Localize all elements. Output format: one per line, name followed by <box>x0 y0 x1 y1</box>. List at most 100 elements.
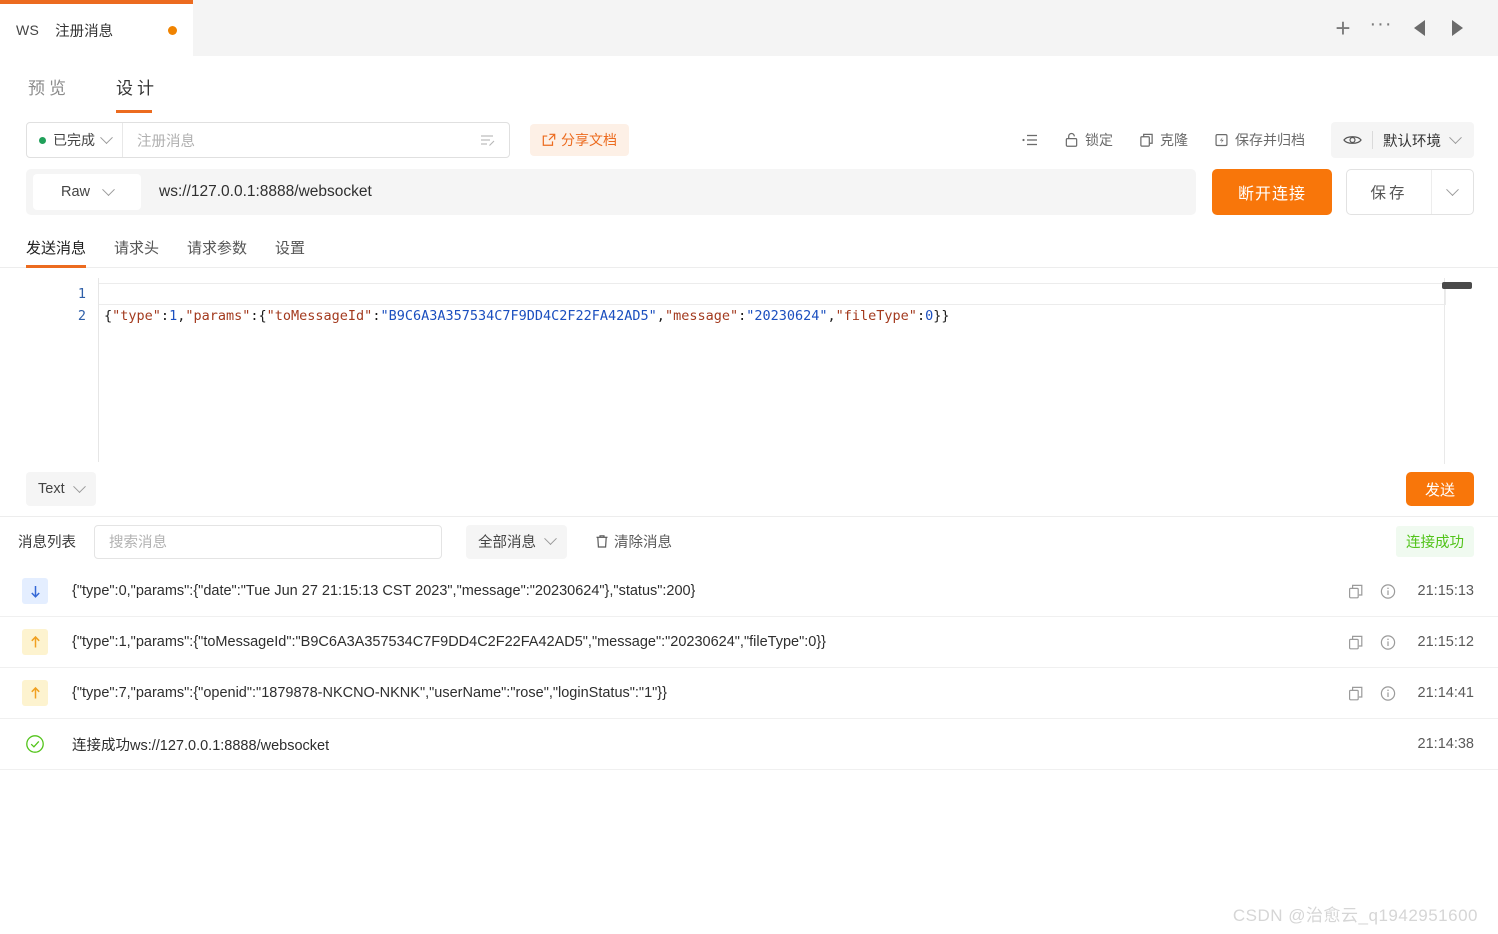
status-label: 已完成 <box>53 132 95 148</box>
editor-horizontal-scrollbar[interactable] <box>1442 282 1472 289</box>
clear-messages-button[interactable]: 清除消息 <box>595 531 672 552</box>
message-content: {"type":1,"params":{"toMessageId":"B9C6A… <box>72 634 826 650</box>
toolbar-clone-button[interactable]: 克隆 <box>1139 130 1188 150</box>
message-content: 连接成功ws://127.0.0.1:8888/websocket <box>72 737 330 754</box>
toolbar-lock-button[interactable]: 锁定 <box>1064 130 1113 150</box>
check-circle-icon <box>22 731 48 757</box>
code-token: "params" <box>185 308 251 324</box>
message-body-editor[interactable]: 1 2 {"type":1,"params":{"toMessageId":"B… <box>26 278 1472 464</box>
arrow-up-icon <box>22 629 48 655</box>
body-mode-dropdown[interactable]: Raw <box>33 174 141 210</box>
new-tab-icon[interactable]: + <box>1326 11 1360 45</box>
tab-bar-actions: + ··· <box>1326 0 1498 56</box>
editor-vertical-rule <box>1444 278 1445 464</box>
unsaved-dot-icon <box>168 25 177 35</box>
code-line-1[interactable] <box>99 283 1446 305</box>
url-input[interactable]: ws://127.0.0.1:8888/websocket <box>141 183 372 201</box>
more-options-icon[interactable]: ··· <box>1364 11 1398 45</box>
code-token: 1 <box>169 308 178 324</box>
lock-icon <box>1064 132 1079 148</box>
save-button[interactable]: 保存 <box>1347 170 1431 214</box>
message-filter-label: 全部消息 <box>478 535 536 551</box>
code-token: : <box>160 308 170 324</box>
code-token: { <box>104 308 113 324</box>
nav-forward-icon[interactable] <box>1440 11 1474 45</box>
code-token: , <box>827 308 836 324</box>
toolbar-indent-button[interactable] <box>1022 133 1038 147</box>
environment-selector[interactable]: 默认环境 <box>1331 122 1474 158</box>
toolbar-archive-button[interactable]: 保存并归档 <box>1214 130 1305 150</box>
message-row[interactable]: {"type":1,"params":{"toMessageId":"B9C6A… <box>0 617 1498 668</box>
code-token: "B9C6A3A357534C7F9DD4C2F22FA42AD5" <box>380 308 657 324</box>
document-name-placeholder: 注册消息 <box>137 133 195 150</box>
code-token: , <box>656 308 665 324</box>
clear-messages-label: 清除消息 <box>614 535 672 551</box>
code-token: :{ <box>250 308 267 324</box>
status-dot-icon <box>39 136 46 144</box>
document-tab[interactable]: WS 注册消息 <box>0 0 193 56</box>
tab-bar-spacer <box>193 0 1326 56</box>
url-bar-row: Raw ws://127.0.0.1:8888/websocket 断开连接 保… <box>0 164 1498 220</box>
message-row-actions <box>1348 685 1396 702</box>
disconnect-button[interactable]: 断开连接 <box>1212 169 1332 215</box>
connection-status-badge: 连接成功 <box>1396 526 1474 557</box>
message-row[interactable]: {"type":7,"params":{"openid":"1879878-NK… <box>0 668 1498 719</box>
document-name-input[interactable]: 注册消息 <box>123 123 509 157</box>
indent-icon <box>1022 133 1038 147</box>
chevron-down-icon <box>1446 182 1459 196</box>
message-format-dropdown[interactable]: Text <box>26 472 96 506</box>
code-token: "type" <box>112 308 161 324</box>
trash-icon <box>595 534 609 549</box>
eye-icon[interactable] <box>1343 133 1362 147</box>
archive-icon <box>1214 132 1229 148</box>
copy-icon[interactable] <box>1348 634 1364 651</box>
tab-headers[interactable]: 请求头 <box>114 237 159 267</box>
message-row[interactable]: {"type":0,"params":{"date":"Tue Jun 27 2… <box>0 566 1498 617</box>
info-icon[interactable] <box>1380 634 1396 651</box>
code-token: "fileType" <box>835 308 917 324</box>
search-message-input[interactable]: 搜索消息 <box>94 524 442 559</box>
chevron-down-icon <box>1449 130 1462 144</box>
send-controls-row: Text 发送 <box>0 462 1498 516</box>
share-document-button[interactable]: 分享文档 <box>530 124 629 156</box>
arrow-up-icon <box>22 680 48 706</box>
status-dropdown[interactable]: 已完成 <box>27 123 123 157</box>
message-row[interactable]: 连接成功ws://127.0.0.1:8888/websocket 21:14:… <box>0 719 1498 770</box>
toolbar-lock-label: 锁定 <box>1085 132 1113 148</box>
save-options-button[interactable] <box>1431 170 1473 214</box>
save-button-group: 保存 <box>1346 169 1474 215</box>
status-name-group: 已完成 注册消息 <box>26 122 510 158</box>
code-token: "toMessageId" <box>266 308 373 324</box>
editor-code-area[interactable]: {"type":1,"params":{"toMessageId":"B9C6A… <box>98 278 1472 464</box>
message-filter-dropdown[interactable]: 全部消息 <box>466 524 567 559</box>
tab-preview[interactable]: 预览 <box>26 74 72 113</box>
edit-pencil-icon[interactable] <box>479 132 497 148</box>
tab-protocol-label: WS <box>16 22 40 38</box>
message-timestamp: 21:15:13 <box>1417 583 1474 599</box>
code-token: : <box>738 308 747 324</box>
editor-gutter: 1 2 <box>26 278 98 462</box>
main-panel: 预览 设计 已完成 注册消息 分享文档 锁定 克隆 保存并归档 默认环境 Raw… <box>0 56 1498 934</box>
copy-icon[interactable] <box>1348 685 1364 702</box>
tab-settings[interactable]: 设置 <box>275 237 305 267</box>
info-icon[interactable] <box>1380 685 1396 702</box>
send-button[interactable]: 发送 <box>1406 472 1474 506</box>
message-timestamp: 21:15:12 <box>1417 634 1474 650</box>
share-icon <box>542 133 556 147</box>
toolbar-archive-label: 保存并归档 <box>1235 132 1305 148</box>
code-line-2[interactable]: {"type":1,"params":{"toMessageId":"B9C6A… <box>99 305 1472 327</box>
code-token: }} <box>933 308 950 324</box>
tab-design[interactable]: 设计 <box>114 74 160 113</box>
tab-params[interactable]: 请求参数 <box>187 237 247 267</box>
message-timestamp: 21:14:38 <box>1417 736 1474 752</box>
code-token: "message" <box>664 308 739 324</box>
url-bar: Raw ws://127.0.0.1:8888/websocket <box>26 169 1196 215</box>
info-icon[interactable] <box>1380 583 1396 600</box>
nav-back-icon[interactable] <box>1402 11 1436 45</box>
code-token: "20230624" <box>746 308 828 324</box>
copy-icon[interactable] <box>1348 583 1364 600</box>
search-message-placeholder: 搜索消息 <box>109 535 167 551</box>
message-timestamp: 21:14:41 <box>1417 685 1474 701</box>
tab-send-message[interactable]: 发送消息 <box>26 237 87 268</box>
chevron-down-icon <box>72 479 86 493</box>
